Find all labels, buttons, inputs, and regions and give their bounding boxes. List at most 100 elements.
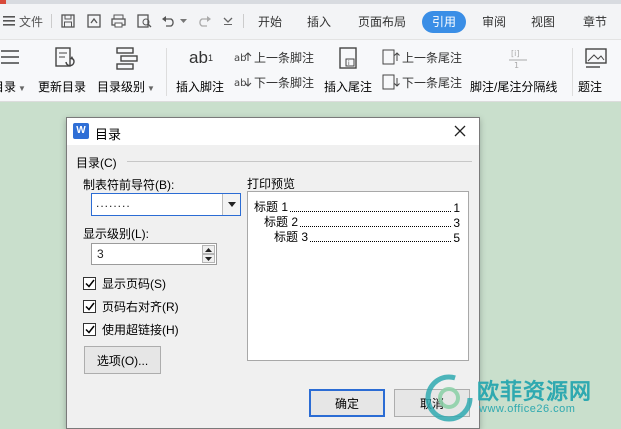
tab-home[interactable]: 开始: [258, 12, 282, 32]
toc-dropdown-icon: ▼: [18, 84, 26, 93]
menu-icon[interactable]: [0, 11, 18, 31]
prev-footnote-icon: ab: [234, 50, 254, 64]
show-page-numbers-label: 显示页码(S): [102, 276, 166, 291]
quick-access-toolbar: 文件 开始 插入 页面布局 引用 审阅 视图 章节: [0, 0, 621, 40]
insert-footnote-button[interactable]: ab 1 插入脚注: [176, 44, 226, 94]
toc-section-label: 目录(C): [76, 156, 117, 170]
ok-button[interactable]: 确定: [309, 389, 385, 417]
watermark-logo-icon: [425, 374, 473, 422]
prev-endnote-icon: [382, 49, 402, 65]
insert-endnote-label: 插入尾注: [324, 80, 373, 94]
print-preview-icon[interactable]: [134, 11, 154, 31]
svg-text:1: 1: [514, 61, 519, 70]
checkbox-checked-icon[interactable]: [83, 276, 96, 290]
redo-icon[interactable]: [194, 11, 214, 31]
insert-footnote-label: 插入脚注: [176, 80, 225, 94]
show-level-value: 3: [97, 247, 104, 261]
customize-toolbar-icon[interactable]: [220, 11, 236, 31]
right-align-label: 页码右对齐(R): [102, 299, 179, 314]
update-toc-button[interactable]: 更新目录: [38, 44, 90, 94]
separator-line-button[interactable]: [i] 1 脚注/尾注分隔线: [470, 44, 566, 94]
prev-endnote-button[interactable]: 上一条尾注: [382, 48, 462, 66]
right-align-page-numbers-checkbox[interactable]: 页码右对齐(R): [83, 298, 179, 314]
preview-line-2-page: 3: [453, 216, 460, 230]
show-level-stepper[interactable]: 3: [91, 243, 217, 265]
chevron-down-icon[interactable]: [222, 194, 240, 215]
tab-references[interactable]: 引用: [422, 11, 467, 33]
tab-insert[interactable]: 插入: [307, 12, 331, 32]
toc-level-dropdown-icon: ▼: [147, 84, 155, 93]
tab-leader-value: ........: [96, 196, 131, 210]
prev-footnote-button[interactable]: ab 上一条脚注: [234, 48, 314, 66]
separator-line-label: 脚注/尾注分隔线: [470, 80, 558, 94]
preview-line-3-page: 5: [453, 231, 460, 245]
wps-writer-icon: W: [73, 123, 89, 139]
file-menu-label: 文件: [18, 14, 43, 29]
next-endnote-button[interactable]: 下一条尾注: [382, 73, 462, 91]
tab-leader-select[interactable]: ........: [91, 193, 241, 216]
checkbox-checked-icon[interactable]: [83, 299, 96, 313]
prev-footnote-label: 上一条脚注: [254, 50, 315, 65]
toc-level-icon: [97, 44, 157, 72]
update-toc-icon: [38, 44, 90, 72]
show-level-label: 显示级别(L):: [83, 227, 150, 241]
use-hyperlinks-checkbox[interactable]: 使用超链接(H): [83, 321, 179, 337]
next-footnote-label: 下一条脚注: [254, 75, 315, 90]
caption-button[interactable]: 题注: [578, 44, 614, 94]
preview-line-3: 标题 3 5: [274, 230, 460, 245]
show-page-numbers-checkbox[interactable]: 显示页码(S): [83, 275, 166, 291]
tab-page-layout[interactable]: 页面布局: [358, 12, 406, 32]
tab-chapter[interactable]: 章节: [583, 12, 607, 32]
note-separator-icon: [i] 1: [470, 44, 566, 72]
endnote-icon: i: [324, 44, 374, 72]
dialog-title: 目录: [95, 127, 122, 142]
window-top-border: [6, 0, 621, 4]
close-icon[interactable]: [451, 122, 469, 140]
spin-up-icon[interactable]: [202, 245, 215, 254]
svg-text:[i]: [i]: [511, 49, 519, 58]
preview-line-3-text: 标题 3: [274, 230, 309, 244]
options-button[interactable]: 选项(O)...: [84, 346, 161, 374]
caption-label: 题注: [578, 80, 603, 94]
print-preview-label: 打印预览: [247, 177, 296, 191]
svg-text:ab: ab: [234, 78, 246, 89]
site-watermark: 欧菲资源网 www.office26.com: [423, 368, 621, 429]
insert-endnote-button[interactable]: i 插入尾注: [324, 44, 374, 94]
next-endnote-icon: [382, 74, 402, 90]
next-footnote-button[interactable]: ab 下一条脚注: [234, 73, 314, 91]
ribbon-separator: [166, 48, 167, 96]
footnote-icon-text: ab: [189, 48, 208, 67]
toc-level-button[interactable]: 目录级别 ▼: [97, 44, 157, 94]
watermark-brand: 欧菲资源网: [477, 379, 593, 404]
toc-level-label: 目录级别: [97, 80, 146, 94]
tab-leader-label: 制表符前导符(B):: [83, 178, 175, 192]
checkbox-checked-icon[interactable]: [83, 322, 96, 336]
update-toc-label: 更新目录: [38, 80, 87, 94]
tab-view[interactable]: 视图: [531, 12, 555, 32]
footnote-icon: ab 1: [189, 48, 213, 67]
save-icon[interactable]: [58, 11, 78, 31]
ribbon-separator: [572, 48, 573, 96]
tab-review[interactable]: 审阅: [482, 12, 506, 32]
undo-dropdown-icon[interactable]: [178, 11, 188, 31]
next-endnote-label: 下一条尾注: [402, 75, 463, 90]
preview-line-1-page: 1: [453, 201, 460, 215]
toc-icon: [0, 44, 28, 72]
ribbon: 目录▼ 更新目录 目录级别▼ ab1 插入脚注 ab 上一条脚注 ab 下一条脚…: [0, 40, 621, 102]
next-footnote-icon: ab: [234, 75, 254, 89]
file-menu[interactable]: 文件: [18, 11, 44, 31]
watermark-url: www.office26.com: [479, 403, 576, 415]
caption-icon: [578, 44, 614, 72]
print-preview-box: 标题 11 标题 23 标题 35: [247, 191, 469, 361]
dialog-titlebar[interactable]: W 目录: [67, 118, 479, 145]
print-icon[interactable]: [108, 11, 128, 31]
section-divider: [127, 161, 472, 162]
toc-dialog: W 目录 目录(C) 制表符前导符(B): ........ 显示级别(L): …: [66, 117, 480, 429]
toc-button[interactable]: 目录▼: [0, 44, 28, 94]
svg-text:ab: ab: [234, 53, 246, 64]
undo-icon[interactable]: [158, 11, 178, 31]
export-icon[interactable]: [84, 11, 104, 31]
separator: [243, 14, 244, 28]
spin-down-icon[interactable]: [202, 254, 215, 263]
use-hyperlinks-label: 使用超链接(H): [102, 322, 179, 337]
